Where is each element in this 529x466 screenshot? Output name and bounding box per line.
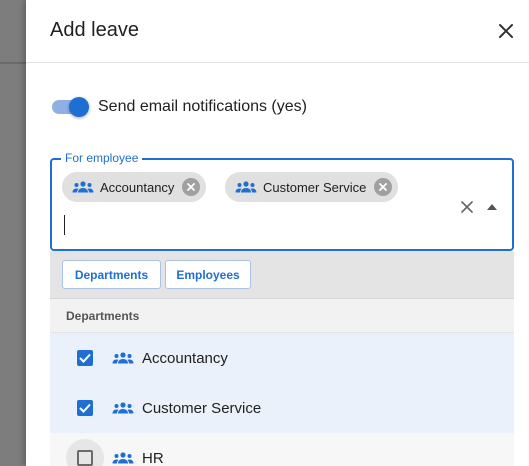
group-icon: [112, 451, 134, 465]
toggle-thumb: [69, 97, 89, 117]
checkbox-wrapper: [66, 389, 104, 427]
group-icon: [112, 401, 134, 415]
dialog-header: Add leave: [26, 0, 529, 63]
notifications-row: Send email notifications (yes): [51, 94, 307, 120]
filter-employees-button[interactable]: Employees: [165, 260, 251, 289]
add-leave-dialog: Add leave Send email notifications (yes)…: [26, 0, 529, 466]
check-icon: [79, 403, 91, 413]
group-icon: [112, 351, 134, 365]
close-icon: [187, 183, 196, 191]
employee-dropdown: Departments Employees Departments Accoun…: [50, 251, 514, 466]
page-backdrop: [0, 0, 26, 466]
option-hr[interactable]: HR: [50, 433, 514, 466]
group-icon: [72, 180, 94, 194]
notifications-label: Send email notifications (yes): [98, 98, 307, 115]
notifications-toggle[interactable]: [51, 94, 89, 120]
filter-departments-button[interactable]: Departments: [62, 260, 161, 289]
clear-button[interactable]: [458, 198, 476, 216]
employee-field-label: For employee: [61, 151, 143, 165]
checkbox-wrapper: [66, 439, 104, 466]
group-header-departments: Departments: [50, 298, 514, 333]
option-accountancy[interactable]: Accountancy: [50, 333, 514, 383]
chip-label: Accountancy: [100, 179, 175, 195]
group-icon: [235, 180, 257, 194]
dialog-title: Add leave: [50, 19, 139, 41]
option-label: HR: [142, 449, 164, 466]
checkbox[interactable]: [77, 350, 93, 366]
dropdown-toggle-button[interactable]: [486, 202, 498, 212]
chip-accountancy: Accountancy: [62, 172, 207, 202]
checkbox[interactable]: [77, 450, 93, 466]
chip-remove-button[interactable]: [374, 178, 393, 196]
checkbox[interactable]: [77, 400, 93, 416]
caret-up-icon: [487, 204, 497, 210]
close-icon: [499, 24, 513, 38]
text-caret[interactable]: [64, 215, 65, 235]
chip-remove-button[interactable]: [182, 178, 201, 196]
backdrop-divider: [0, 62, 26, 64]
checkbox-wrapper: [66, 339, 104, 377]
chip-customer-service: Customer Service: [225, 172, 399, 202]
option-customer-service[interactable]: Customer Service: [50, 383, 514, 433]
check-icon: [79, 353, 91, 363]
close-button[interactable]: [493, 18, 519, 44]
clear-icon: [461, 201, 473, 213]
filter-bar: Departments Employees: [50, 251, 514, 298]
chip-label: Customer Service: [263, 179, 367, 195]
employee-field[interactable]: For employee Accountancy Customer Servic…: [50, 151, 514, 251]
option-label: Accountancy: [142, 349, 228, 367]
option-label: Customer Service: [142, 399, 262, 417]
close-icon: [379, 183, 388, 191]
